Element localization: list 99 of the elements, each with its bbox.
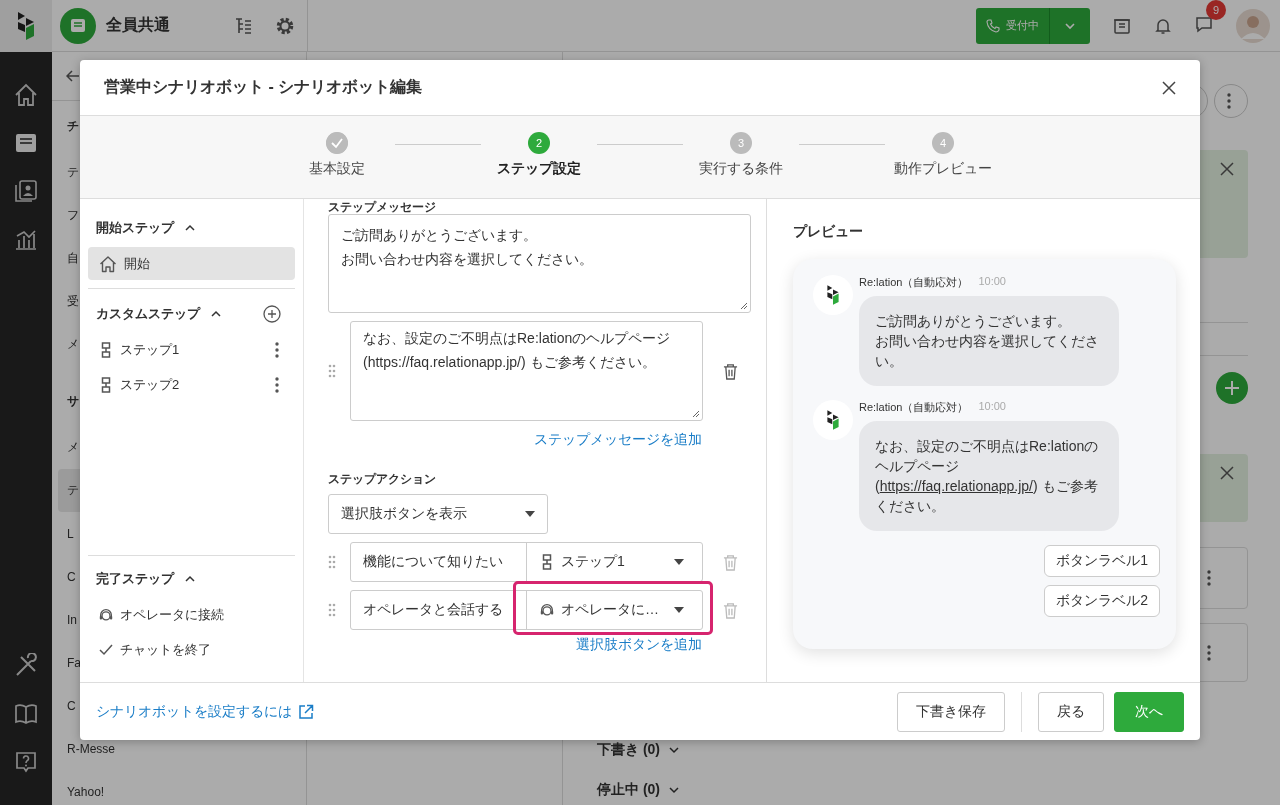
- sidebar-item[interactable]: R-Messe: [67, 741, 115, 756]
- drag-handle-icon[interactable]: [328, 555, 336, 569]
- step-item[interactable]: ステップ1: [88, 333, 295, 366]
- home-icon: [98, 253, 118, 274]
- step-number: 2: [528, 132, 550, 154]
- step-label[interactable]: 実行する条件: [699, 160, 783, 178]
- sidebar-item[interactable]: Yahoo!: [67, 784, 105, 799]
- external-link-icon[interactable]: [298, 703, 314, 720]
- section-heading: サ: [67, 392, 79, 410]
- secondary-button[interactable]: 戻る: [1038, 691, 1104, 732]
- caret-icon: [525, 511, 535, 517]
- chat-icon[interactable]: [1194, 14, 1214, 34]
- message-line: ご訪問ありがとうございます。: [875, 312, 1072, 331]
- step-item[interactable]: チャットを終了: [88, 633, 295, 666]
- back-arrow-icon[interactable]: [66, 69, 80, 83]
- choice-button[interactable]: ボタンラベル1: [1044, 545, 1160, 577]
- sidebar-item[interactable]: In: [67, 612, 77, 627]
- sidebar-item[interactable]: C: [67, 698, 76, 713]
- step-name: オペレータに接続: [120, 605, 224, 624]
- trash-icon[interactable]: [723, 362, 738, 380]
- drag-handle-icon[interactable]: [328, 364, 336, 378]
- help-icon[interactable]: [13, 749, 39, 775]
- contact-icon[interactable]: [13, 178, 39, 204]
- step-number: 4: [932, 132, 954, 154]
- section-title: 完了ステップ: [96, 570, 174, 588]
- step-name: ステップ2: [120, 375, 180, 394]
- logo-icon: [826, 285, 840, 305]
- more-icon[interactable]: [275, 376, 279, 393]
- add-message-link[interactable]: ステップメッセージを追加: [534, 431, 702, 449]
- more-icon[interactable]: [1207, 644, 1211, 661]
- add-icon[interactable]: [263, 305, 281, 323]
- step-name: チャットを終了: [120, 640, 211, 659]
- action-select[interactable]: 選択肢ボタンを表示: [328, 494, 548, 534]
- help-link[interactable]: シナリオボットを設定するには: [96, 702, 292, 721]
- step-item[interactable]: 開始: [88, 247, 295, 280]
- step-item[interactable]: オペレータに接続: [88, 598, 295, 631]
- settings-icon[interactable]: [275, 15, 295, 36]
- logo-icon: [16, 11, 36, 40]
- section-heading: チ: [67, 117, 79, 135]
- section-heading[interactable]: 停止中 (0): [597, 781, 660, 799]
- field-label: ステップメッセージ: [328, 199, 437, 216]
- headset-icon: [98, 606, 114, 623]
- close-icon[interactable]: [1220, 466, 1234, 480]
- message-line: ご訪問ありがとうございます。: [341, 226, 538, 245]
- notification-badge: 9: [1206, 0, 1226, 20]
- step-item[interactable]: ステップ2: [88, 368, 295, 401]
- sidebar-item[interactable]: Fa: [67, 655, 81, 670]
- workspace-name[interactable]: 全員共通: [106, 15, 223, 36]
- resize-grip-icon[interactable]: [692, 410, 700, 418]
- secondary-button[interactable]: 下書き保存: [897, 691, 1005, 732]
- more-icon[interactable]: [1207, 570, 1211, 586]
- add-choice-link[interactable]: 選択肢ボタンを追加: [576, 636, 702, 654]
- step-number: 3: [730, 132, 752, 154]
- dialog-title: 営業中シナリオボット - シナリオボット編集: [104, 77, 424, 97]
- choice-button[interactable]: ボタンラベル2: [1044, 585, 1160, 617]
- preview-title: プレビュー: [793, 223, 864, 241]
- section-title: 開始ステップ: [96, 219, 174, 237]
- sidebar-item[interactable]: テ: [67, 164, 79, 181]
- message-line: お問い合わせ内容を選択してください。: [875, 332, 1100, 371]
- home-icon[interactable]: [13, 82, 39, 108]
- step-name: ステップ1: [120, 340, 180, 359]
- more-icon[interactable]: [275, 341, 279, 358]
- sidebar-item[interactable]: メ: [67, 439, 79, 456]
- close-icon[interactable]: [1162, 80, 1176, 95]
- message-field[interactable]: なお、設定のご不明点はRe:lationのヘルプページ (https://faq.relationapp.jp/) もご参考ください。: [350, 321, 703, 421]
- message-field[interactable]: ご訪問ありがとうございます。 お問い合わせ内容を選択してください。: [328, 214, 751, 313]
- tree-icon[interactable]: [233, 15, 253, 36]
- sidebar-item[interactable]: 受: [67, 293, 79, 310]
- chevron-icon[interactable]: [668, 784, 680, 796]
- bell-icon[interactable]: [1154, 16, 1172, 35]
- more-icon[interactable]: [1227, 93, 1231, 109]
- step-label[interactable]: 動作プレビュー: [894, 160, 992, 178]
- message-time: 10:00: [978, 275, 1006, 289]
- message-bubble: なお、設定のご不明点はRe:lationのヘルプページ (https://faq.relationapp.jp/) もご参考ください。: [859, 421, 1119, 531]
- sender-name: Re:lation（自動応対）: [859, 275, 969, 290]
- sender-name: Re:lation（自動応対）: [859, 400, 969, 415]
- sidebar-item[interactable]: C: [67, 569, 76, 584]
- message-line: なお、設定のご不明点はRe:lationのヘルプページ (https://faq.relationapp.jp/) もご参考ください。: [363, 329, 672, 372]
- field-label: ステップアクション: [328, 471, 437, 488]
- book-icon[interactable]: [13, 701, 39, 727]
- section-heading[interactable]: 下書き (0): [597, 741, 660, 759]
- section-title: カスタムステップ: [96, 305, 200, 323]
- chevron-icon[interactable]: [668, 744, 680, 756]
- logo-icon: [826, 410, 840, 430]
- sidebar-item[interactable]: メ: [67, 336, 79, 353]
- step-label[interactable]: ステップ設定: [497, 160, 581, 178]
- sidebar-item[interactable]: 自: [67, 250, 79, 267]
- phone-icon: [986, 18, 1000, 33]
- message-line: お問い合わせ内容を選択してください。: [341, 250, 594, 269]
- resize-grip-icon[interactable]: [740, 302, 748, 310]
- close-icon[interactable]: [1220, 162, 1234, 176]
- step-label[interactable]: 基本設定: [309, 160, 365, 178]
- help-link[interactable]: https://faq.relationapp.jp/: [879, 478, 1033, 494]
- drag-handle-icon[interactable]: [328, 603, 336, 617]
- sidebar-item[interactable]: テ: [67, 482, 79, 499]
- sidebar-item[interactable]: L: [67, 526, 74, 541]
- message-time: 10:00: [978, 400, 1006, 414]
- sidebar-item[interactable]: フ: [67, 207, 79, 224]
- step-name: 開始: [124, 254, 150, 273]
